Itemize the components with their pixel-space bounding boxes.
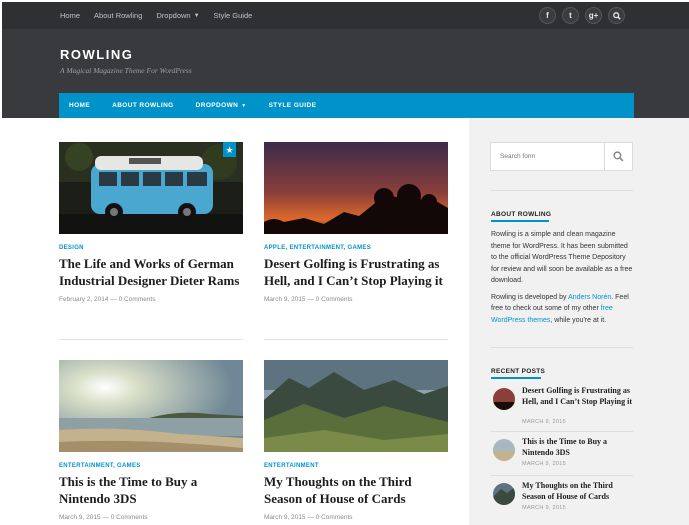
widget-title-underline — [491, 220, 549, 222]
recent-post-item[interactable]: Desert Golfing is Frustrating as Hell, a… — [491, 384, 633, 430]
post-date[interactable]: March 9, 2015 — [59, 514, 101, 521]
twitter-icon[interactable]: t — [562, 7, 579, 24]
about-widget: Rowling is a simple and clean magazine t… — [491, 229, 634, 326]
post-title[interactable]: My Thoughts on the Third Season of House… — [264, 473, 448, 507]
post-thumbnail-mountains[interactable] — [264, 360, 448, 452]
recent-post-title[interactable]: This is the Time to Buy a Nintendo 3DS — [522, 437, 632, 458]
main-nav-label: DROPDOWN — [195, 102, 239, 109]
post-meta: March 9, 2015 — 0 Comments — [264, 296, 448, 303]
post-card: ★ DESIGN The Life and Works of German In… — [59, 142, 243, 303]
post-thumbnail-desert[interactable] — [264, 142, 448, 234]
main-nav-home[interactable]: HOME — [69, 102, 90, 109]
meta-separator: — — [307, 296, 314, 303]
top-nav: Home About Rowling Dropdown ▼ Style Guid… — [60, 2, 266, 29]
social-links: f t g+ — [539, 7, 625, 24]
post-title[interactable]: The Life and Works of German Industrial … — [59, 255, 243, 289]
recent-post-thumbnail — [493, 483, 515, 505]
top-nav-style-guide[interactable]: Style Guide — [214, 11, 253, 20]
widget-divider — [491, 190, 633, 191]
post-category[interactable]: APPLE, ENTERTAINMENT, GAMES — [264, 245, 448, 251]
post-category[interactable]: DESIGN — [59, 245, 243, 251]
search-form — [490, 142, 633, 171]
meta-separator: — — [110, 296, 117, 303]
about-credits-text: , while you're at it. — [550, 316, 607, 324]
post-comments[interactable]: 0 Comments — [111, 514, 148, 521]
divider — [264, 339, 448, 340]
top-nav-dropdown[interactable]: Dropdown — [156, 11, 190, 20]
site-description: A Magical Magazine Theme For WordPress — [60, 66, 192, 75]
recent-post-item[interactable]: This is the Time to Buy a Nintendo 3DS M… — [491, 437, 633, 473]
post-title[interactable]: Desert Golfing is Frustrating as Hell, a… — [264, 255, 448, 289]
recent-post-title[interactable]: Desert Golfing is Frustrating as Hell, a… — [522, 386, 632, 407]
recent-post-thumbnail — [493, 439, 515, 461]
top-nav-about[interactable]: About Rowling — [94, 11, 142, 20]
recent-posts-title: RECENT POSTS — [491, 368, 546, 375]
search-icon — [613, 151, 624, 162]
recent-post-item[interactable]: My Thoughts on the Third Season of House… — [491, 481, 633, 517]
widget-title-underline — [491, 377, 541, 379]
post-thumbnail-beach[interactable] — [59, 360, 243, 452]
about-text: Rowling is a simple and clean magazine t… — [491, 231, 633, 284]
recent-post-thumbnail — [493, 388, 515, 410]
post-date[interactable]: February 2, 2014 — [59, 296, 109, 303]
recent-post-date: MARCH 9, 2015 — [522, 505, 566, 511]
divider — [491, 431, 633, 432]
post-category[interactable]: ENTERTAINMENT — [264, 463, 448, 469]
facebook-icon[interactable]: f — [539, 7, 556, 24]
main-nav-label: STYLE GUIDE — [268, 102, 317, 109]
google-plus-icon[interactable]: g+ — [585, 7, 602, 24]
post-comments[interactable]: 0 Comments — [316, 514, 353, 521]
post-thumbnail-van[interactable]: ★ — [59, 142, 243, 234]
post-category[interactable]: ENTERTAINMENT, GAMES — [59, 463, 243, 469]
main-nav-about[interactable]: ABOUT ROWLING — [112, 102, 174, 109]
post-comments[interactable]: 0 Comments — [119, 296, 156, 303]
post-date[interactable]: March 9, 2015 — [264, 514, 306, 521]
top-nav-home[interactable]: Home — [60, 11, 80, 20]
search-input[interactable] — [491, 143, 605, 170]
widget-divider — [491, 347, 633, 348]
main-nav-label: ABOUT ROWLING — [112, 102, 174, 109]
about-credits-text: Rowling is developed by — [491, 293, 569, 301]
meta-separator: — — [102, 514, 109, 521]
main-nav-dropdown[interactable]: DROPDOWN ▼ — [196, 102, 247, 109]
post-card: ENTERTAINMENT My Thoughts on the Third S… — [264, 360, 448, 521]
post-comments[interactable]: 0 Comments — [316, 296, 353, 303]
post-card: ENTERTAINMENT, GAMES This is the Time to… — [59, 360, 243, 521]
search-icon[interactable] — [608, 7, 625, 24]
post-meta: March 9, 2015 — 0 Comments — [59, 514, 243, 521]
site-title[interactable]: ROWLING — [60, 47, 133, 62]
about-credits: Rowling is developed by Anders Norén. Fe… — [491, 292, 634, 327]
post-title[interactable]: This is the Time to Buy a Nintendo 3DS — [59, 473, 243, 507]
top-bar: Home About Rowling Dropdown ▼ Style Guid… — [2, 2, 689, 29]
chevron-down-icon: ▼ — [241, 102, 247, 109]
main-nav: HOME ABOUT ROWLING DROPDOWN ▼ STYLE GUIDE — [59, 93, 634, 118]
main-nav-label: HOME — [69, 102, 91, 109]
post-date[interactable]: March 9, 2015 — [264, 296, 306, 303]
recent-post-title[interactable]: My Thoughts on the Third Season of House… — [522, 481, 632, 502]
recent-post-date: MARCH 9, 2015 — [522, 461, 566, 467]
search-button[interactable] — [604, 143, 632, 170]
main-nav-style-guide[interactable]: STYLE GUIDE — [269, 102, 317, 109]
recent-post-date: MARCH 9, 2015 — [522, 419, 566, 425]
author-link[interactable]: Anders Norén — [568, 294, 611, 301]
post-meta: March 9, 2015 — 0 Comments — [264, 514, 448, 521]
post-card: APPLE, ENTERTAINMENT, GAMES Desert Golfi… — [264, 142, 448, 303]
divider — [59, 339, 243, 340]
meta-separator: — — [307, 514, 314, 521]
post-meta: February 2, 2014 — 0 Comments — [59, 296, 243, 303]
chevron-down-icon: ▼ — [193, 12, 200, 19]
about-widget-title: ABOUT ROWLING — [491, 211, 552, 218]
svg-text:★: ★ — [225, 146, 233, 156]
divider — [491, 475, 633, 476]
